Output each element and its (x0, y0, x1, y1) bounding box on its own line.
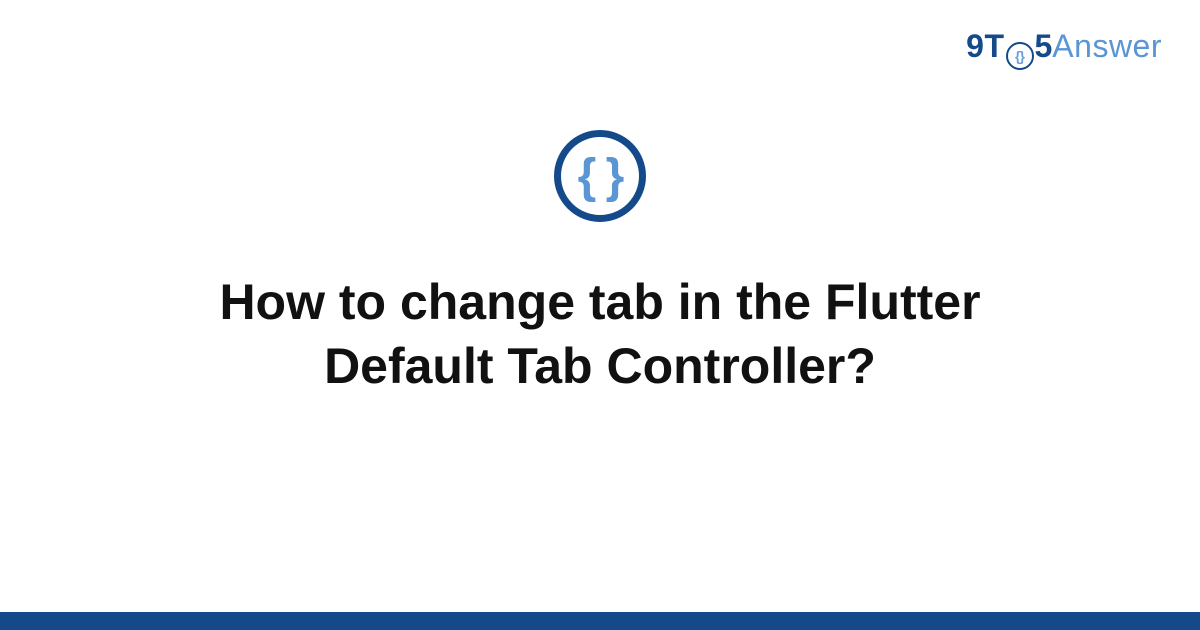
logo-o-circle: {} (1006, 42, 1034, 70)
main-content: { } How to change tab in the Flutter Def… (0, 130, 1200, 398)
logo-text-9t: 9T (966, 28, 1004, 65)
footer-bar (0, 612, 1200, 630)
logo-text-answer: Answer (1052, 28, 1162, 65)
code-icon: { } (554, 130, 646, 222)
logo-text-5: 5 (1035, 28, 1053, 65)
braces-icon: { } (578, 149, 623, 204)
logo-o-braces-icon: {} (1015, 48, 1024, 64)
question-title: How to change tab in the Flutter Default… (100, 270, 1100, 398)
site-logo: 9T {} 5 Answer (966, 28, 1162, 66)
